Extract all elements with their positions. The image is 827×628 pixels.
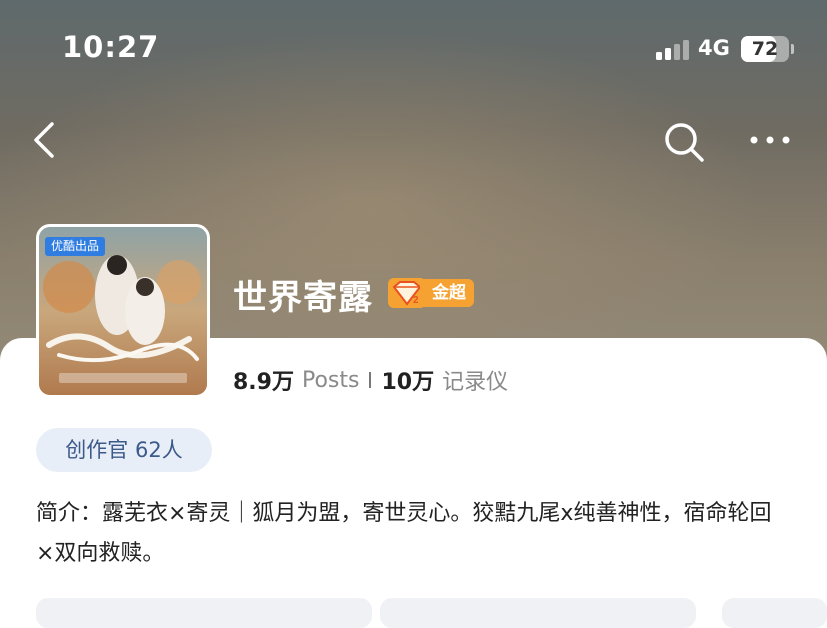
signal-strength-icon bbox=[656, 40, 689, 60]
battery-tip bbox=[791, 44, 794, 54]
battery-level: 72 bbox=[751, 38, 779, 60]
records-count: 10万 bbox=[381, 370, 435, 395]
tab-chip-left[interactable] bbox=[36, 598, 372, 628]
network-type: 4G bbox=[698, 36, 730, 60]
status-time: 10:27 bbox=[62, 30, 160, 64]
creator-count-pill[interactable]: 创作官 62人 bbox=[36, 428, 212, 472]
stats-divider bbox=[369, 372, 372, 388]
topic-intro: 简介：露芜衣×寄灵｜狐月为盟，寄世灵心。狡黠九尾x纯善神性，宿命轮回×双向救赎。 bbox=[36, 501, 772, 566]
tab-chip-middle[interactable] bbox=[380, 598, 696, 628]
topic-stats: 8.9万 Posts 10万 记录仪 bbox=[233, 364, 508, 396]
search-icon[interactable] bbox=[660, 118, 708, 166]
posts-label: Posts bbox=[301, 367, 360, 393]
chevron-left-icon[interactable] bbox=[28, 120, 62, 160]
more-dots-icon[interactable] bbox=[746, 126, 794, 154]
posts-count: 8.9万 bbox=[233, 370, 294, 395]
records-label: 记录仪 bbox=[442, 370, 509, 395]
topic-avatar[interactable]: 优酷出品 bbox=[36, 224, 210, 398]
avatar-badge: 优酷出品 bbox=[45, 237, 106, 256]
badge-label: 金超 bbox=[420, 279, 474, 307]
battery-indicator: 72 bbox=[741, 36, 789, 62]
svg-text:2: 2 bbox=[413, 295, 419, 306]
tab-chip-right[interactable] bbox=[722, 598, 827, 628]
topic-title: 世界寄露 bbox=[233, 278, 373, 318]
level-badge[interactable]: 2 金超 bbox=[388, 278, 476, 308]
